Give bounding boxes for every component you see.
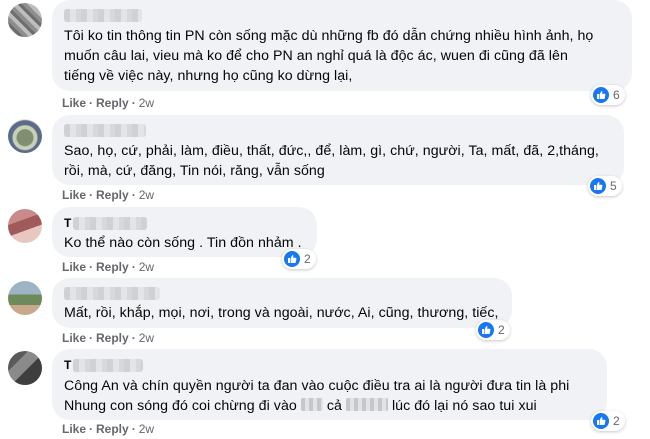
author-name-blurred[interactable] [64,287,160,300]
avatar[interactable] [8,281,42,315]
comment-actions: Like · Reply · 2w [62,96,155,110]
like-link[interactable]: Like [62,331,86,345]
comment-text: Sao, họ, cứ, phải, làm, điều, thất, đức,… [64,143,599,179]
like-icon [284,251,300,267]
reply-link[interactable]: Reply [96,331,129,345]
comment-text: Tôi ko tin thông tin PN còn sống mặc dù … [64,28,594,84]
comment-bubble: Mất, rồi, khắp, mọi, nơi, trong và ngoài… [52,278,512,328]
reaction-count[interactable]: 2 [282,249,316,269]
avatar[interactable] [8,351,42,385]
comment-bubble: Sao, họ, cứ, phải, làm, điều, thất, đức,… [52,115,624,185]
reply-link[interactable]: Reply [96,96,129,110]
avatar[interactable] [8,3,42,37]
comment-actions: Like · Reply · 2w [62,260,155,274]
comment-actions: Like · Reply · 2w [62,422,155,436]
like-link[interactable]: Like [62,422,86,436]
redacted-text [300,398,323,411]
timestamp[interactable]: 2w [139,422,154,436]
like-icon [590,178,606,194]
redacted-text [345,398,388,411]
comment-bubble: T Ko thể nào còn sống . Tin đồn nhảm . [52,207,317,257]
like-link[interactable]: Like [62,188,86,202]
like-icon [593,87,609,103]
comment-text: Mất, rồi, khắp, mọi, nơi, trong và ngoài… [64,305,499,321]
author-name-blurred[interactable] [64,124,146,137]
reply-link[interactable]: Reply [96,188,129,202]
author-initial[interactable]: T [64,216,71,230]
comment-bubble: T Công An và chín quyền người ta đan vào… [52,349,607,420]
comment-actions: Like · Reply · 2w [62,188,155,202]
comment-text: Ko thể nào còn sống . Tin đồn nhảm . [64,235,302,251]
like-icon [593,413,609,429]
comment-actions: Like · Reply · 2w [62,331,155,345]
reply-link[interactable]: Reply [96,260,129,274]
author-name-blurred[interactable] [73,358,144,372]
timestamp[interactable]: 2w [139,188,154,202]
avatar[interactable] [8,119,42,153]
avatar[interactable] [8,209,42,243]
like-icon [478,322,494,338]
reply-link[interactable]: Reply [96,422,129,436]
author-name-blurred[interactable] [73,216,148,230]
comment-bubble: Tôi ko tin thông tin PN còn sống mặc dù … [52,0,632,91]
reaction-count[interactable]: 2 [591,411,625,431]
comment-text: Công An và chín quyền người ta đan vào c… [64,378,570,414]
timestamp[interactable]: 2w [139,260,154,274]
like-link[interactable]: Like [62,96,86,110]
timestamp[interactable]: 2w [139,331,154,345]
author-name-blurred[interactable] [64,9,142,22]
like-link[interactable]: Like [62,260,86,274]
reaction-count[interactable]: 2 [476,320,510,340]
reaction-count[interactable]: 5 [588,176,622,196]
timestamp[interactable]: 2w [139,96,154,110]
author-initial[interactable]: T [64,358,71,372]
reaction-count[interactable]: 6 [591,85,625,105]
